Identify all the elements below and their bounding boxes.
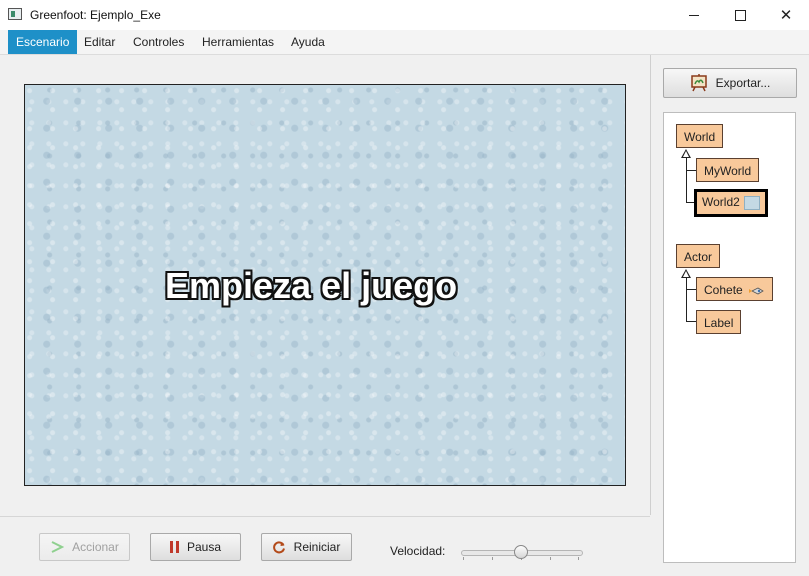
close-icon: ✕: [779, 7, 793, 24]
class-diagram: World MyWorld World2 Actor Cohete Label: [663, 112, 796, 563]
menu-controles[interactable]: Controles: [125, 30, 192, 54]
export-button-label: Exportar...: [715, 76, 771, 90]
class-myworld[interactable]: MyWorld: [696, 158, 760, 182]
pause-button[interactable]: Pausa: [150, 533, 241, 561]
tree-line: [686, 321, 696, 322]
reset-icon: [272, 540, 285, 553]
rocket-icon: [749, 287, 764, 295]
menu-editar[interactable]: Editar: [76, 30, 123, 54]
class-cohete[interactable]: Cohete: [696, 277, 774, 301]
class-actor[interactable]: Actor: [676, 244, 721, 268]
stage-area: Empieza el juego: [0, 55, 651, 515]
export-button[interactable]: Exportar...: [663, 68, 797, 98]
greenfoot-app-icon: [8, 8, 22, 20]
menu-bar: Escenario Editar Controles Herramientas …: [0, 30, 809, 55]
pause-icon: [169, 541, 179, 553]
class-world2-label: World2: [702, 195, 740, 209]
act-arrow-icon: [51, 541, 65, 553]
minimize-icon: [689, 14, 699, 16]
menu-herramientas[interactable]: Herramientas: [194, 30, 282, 54]
inheritance-arrow-icon: [681, 269, 691, 278]
world2-image-thumbnail: [743, 195, 760, 210]
class-cohete-label: Cohete: [704, 283, 743, 297]
class-world2[interactable]: World2: [694, 189, 768, 217]
export-easel-icon: [690, 74, 707, 92]
tree-line: [686, 158, 687, 202]
world-canvas[interactable]: Empieza el juego: [24, 84, 626, 486]
maximize-button[interactable]: [717, 0, 763, 30]
close-button[interactable]: ✕: [763, 0, 809, 30]
inheritance-arrow-icon: [681, 149, 691, 158]
maximize-icon: [734, 9, 746, 21]
reset-button-label: Reiniciar: [293, 540, 341, 554]
speed-label: Velocidad:: [390, 544, 446, 558]
class-world[interactable]: World: [676, 124, 724, 148]
class-label[interactable]: Label: [696, 310, 742, 334]
speed-slider-thumb[interactable]: [514, 545, 528, 559]
window-title: Greenfoot: Ejemplo_Exe: [30, 8, 161, 22]
pause-button-label: Pausa: [186, 540, 222, 554]
reset-button[interactable]: Reiniciar: [261, 533, 352, 561]
tree-line: [686, 289, 696, 290]
menu-escenario[interactable]: Escenario: [8, 30, 78, 54]
execution-controls: Accionar Pausa Reiniciar Velocidad:: [0, 516, 650, 576]
title-bar: Greenfoot: Ejemplo_Exe ✕: [0, 0, 809, 30]
tree-line: [686, 170, 696, 171]
act-button[interactable]: Accionar: [39, 533, 130, 561]
world-message-text: Empieza el juego: [165, 265, 458, 306]
menu-ayuda[interactable]: Ayuda: [283, 30, 333, 54]
act-button-label: Accionar: [72, 540, 119, 554]
tree-line: [686, 278, 687, 321]
minimize-button[interactable]: [671, 0, 717, 30]
right-panel: Exportar... World MyWorld World2 Actor C…: [651, 55, 809, 575]
